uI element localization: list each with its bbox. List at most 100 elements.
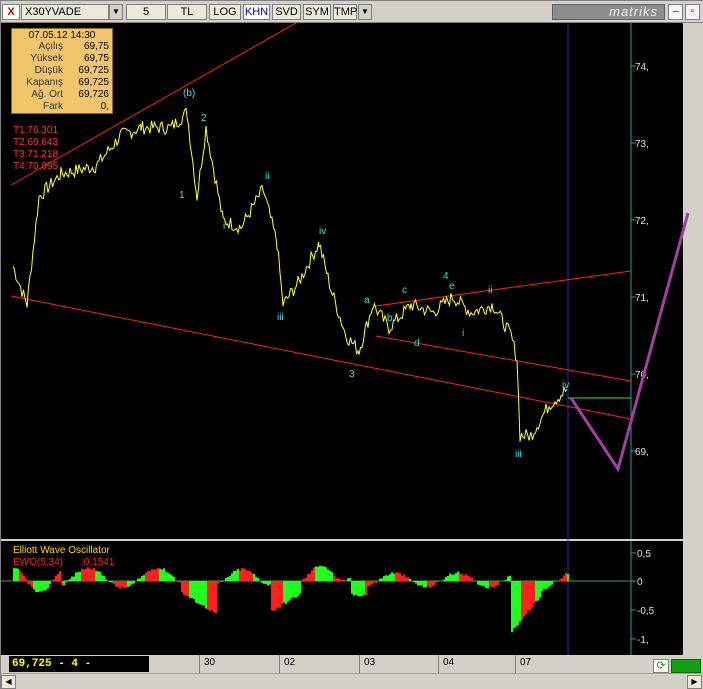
oscillator-bar — [95, 571, 97, 581]
info-row: Fark 0, — [15, 101, 109, 113]
oscillator-bar — [497, 581, 499, 586]
oscillator-bar — [415, 581, 417, 584]
oscillator-bar — [563, 575, 565, 581]
oscillator-bar — [363, 581, 365, 595]
oscillator-bar — [139, 578, 141, 581]
oscillator-bar — [147, 571, 149, 581]
tmp-button[interactable]: TMP — [333, 4, 357, 20]
oscillator-bar — [145, 572, 147, 581]
oscillator-bar — [229, 576, 231, 581]
oscillator-bar — [423, 581, 425, 588]
oscillator-bar — [561, 578, 563, 581]
khn-button[interactable]: KHN — [243, 4, 270, 20]
oscillator-bar — [355, 581, 357, 595]
info-label: Açılış — [38, 41, 63, 52]
oscillator-bar — [421, 581, 423, 586]
oscillator-bar — [79, 571, 81, 581]
oscillator-bar — [63, 581, 65, 586]
horizontal-scrollbar[interactable]: ◀ ▶ — [1, 673, 703, 689]
oscillator-bar — [385, 575, 387, 581]
oscillator-bar — [427, 581, 429, 586]
symbol-dropdown-icon[interactable]: ▼ — [109, 4, 123, 20]
oscillator-bar — [565, 572, 567, 581]
oscillator-bar — [19, 570, 21, 581]
oscillator-bar — [185, 581, 187, 596]
log-button[interactable]: LOG — [209, 4, 241, 20]
oscillator-bar — [209, 581, 211, 612]
oscillator-bar — [183, 581, 185, 595]
wave-label: e — [449, 281, 455, 292]
minimize-button[interactable]: – — [668, 4, 683, 20]
oscillator-bar — [29, 581, 31, 585]
info-label: Yüksek — [30, 53, 63, 64]
oscillator-bar — [149, 571, 151, 581]
live-toggle-button[interactable] — [671, 659, 701, 673]
oscillator-bar — [69, 579, 71, 581]
oscillator-bar — [307, 574, 309, 581]
oscillator-bar — [523, 581, 525, 617]
oscillator-bar — [447, 575, 449, 581]
svd-button[interactable]: SVD — [272, 4, 301, 20]
oscillator-bar — [383, 576, 385, 581]
oscillator-bar — [557, 580, 559, 581]
currency-button[interactable]: TL — [167, 4, 207, 20]
wave-label: iii — [515, 449, 522, 460]
refresh-icon[interactable]: ⟳ — [653, 659, 669, 673]
oscillator-bar — [127, 581, 129, 587]
wave-label: ii — [265, 171, 269, 182]
oscillator-bar — [459, 573, 461, 581]
oscillator-bar — [465, 574, 467, 581]
wave-label: ii — [488, 285, 492, 296]
oscillator-bar — [109, 581, 111, 583]
oscillator-bar — [335, 578, 337, 581]
oscillator-bar — [35, 581, 37, 593]
oscillator-bar — [547, 581, 549, 588]
oscillator-bar — [287, 581, 289, 602]
oscillator-bar — [289, 581, 291, 600]
oscillator-bar — [535, 581, 537, 602]
price-axis — [631, 23, 683, 539]
info-value: 69,726 — [78, 89, 109, 100]
oscillator-bar — [211, 581, 213, 610]
price-axis-label: 71, — [635, 293, 649, 304]
time-axis-bar: 69,725 - 4 - 14:30:21 30 02 03 04 07 — [1, 655, 703, 686]
oscillator-bar — [151, 569, 153, 581]
date-label: 02 — [284, 657, 296, 668]
oscillator-bar — [361, 581, 363, 597]
sym-button[interactable]: SYM — [303, 4, 331, 20]
oscillator-bar — [67, 580, 69, 581]
oscillator-bar — [399, 573, 401, 581]
oscillator-bar — [157, 568, 159, 581]
vertical-scrollbar[interactable] — [683, 23, 703, 655]
info-row: Düşük 69,725 — [15, 65, 109, 77]
oscillator-bar — [357, 581, 359, 596]
tmp-dropdown-icon[interactable]: ▼ — [358, 4, 372, 20]
oscillator-bar — [99, 571, 101, 581]
restore-button[interactable]: ▫ — [685, 4, 700, 20]
oscillator-axis-label: -0,5 — [637, 606, 655, 617]
scroll-left-icon[interactable]: ◀ — [1, 675, 16, 689]
oscillator-bar — [33, 581, 35, 590]
symbol-field[interactable]: X30YVADE — [21, 4, 109, 20]
wave-label: i — [223, 221, 225, 232]
oscillator-bar — [505, 580, 507, 581]
oscillator-bar — [481, 581, 483, 586]
info-row: Açılış 69,75 — [15, 41, 109, 53]
close-chart-button[interactable]: X — [2, 4, 20, 20]
oscillator-bar — [205, 581, 207, 609]
oscillator-bar — [425, 581, 427, 588]
oscillator-bar — [485, 581, 487, 588]
oscillator-bar — [393, 573, 395, 581]
oscillator-axis-label: -1, — [637, 635, 649, 646]
oscillator-bar — [85, 568, 87, 581]
oscillator-bar — [269, 581, 271, 585]
oscillator-bar — [467, 575, 469, 581]
oscillator-bar — [257, 577, 259, 581]
scroll-right-icon[interactable]: ▶ — [687, 675, 702, 689]
oscillator-bar — [215, 581, 217, 614]
oscillator-bar — [53, 579, 55, 581]
oscillator-bar — [433, 581, 435, 586]
price-axis-label: 72, — [635, 216, 649, 227]
period-selector[interactable]: 5 — [126, 4, 166, 20]
chart-window: X X30YVADE ▼ 5 TL LOG KHN SVD SYM TMP ▼ … — [0, 0, 703, 689]
